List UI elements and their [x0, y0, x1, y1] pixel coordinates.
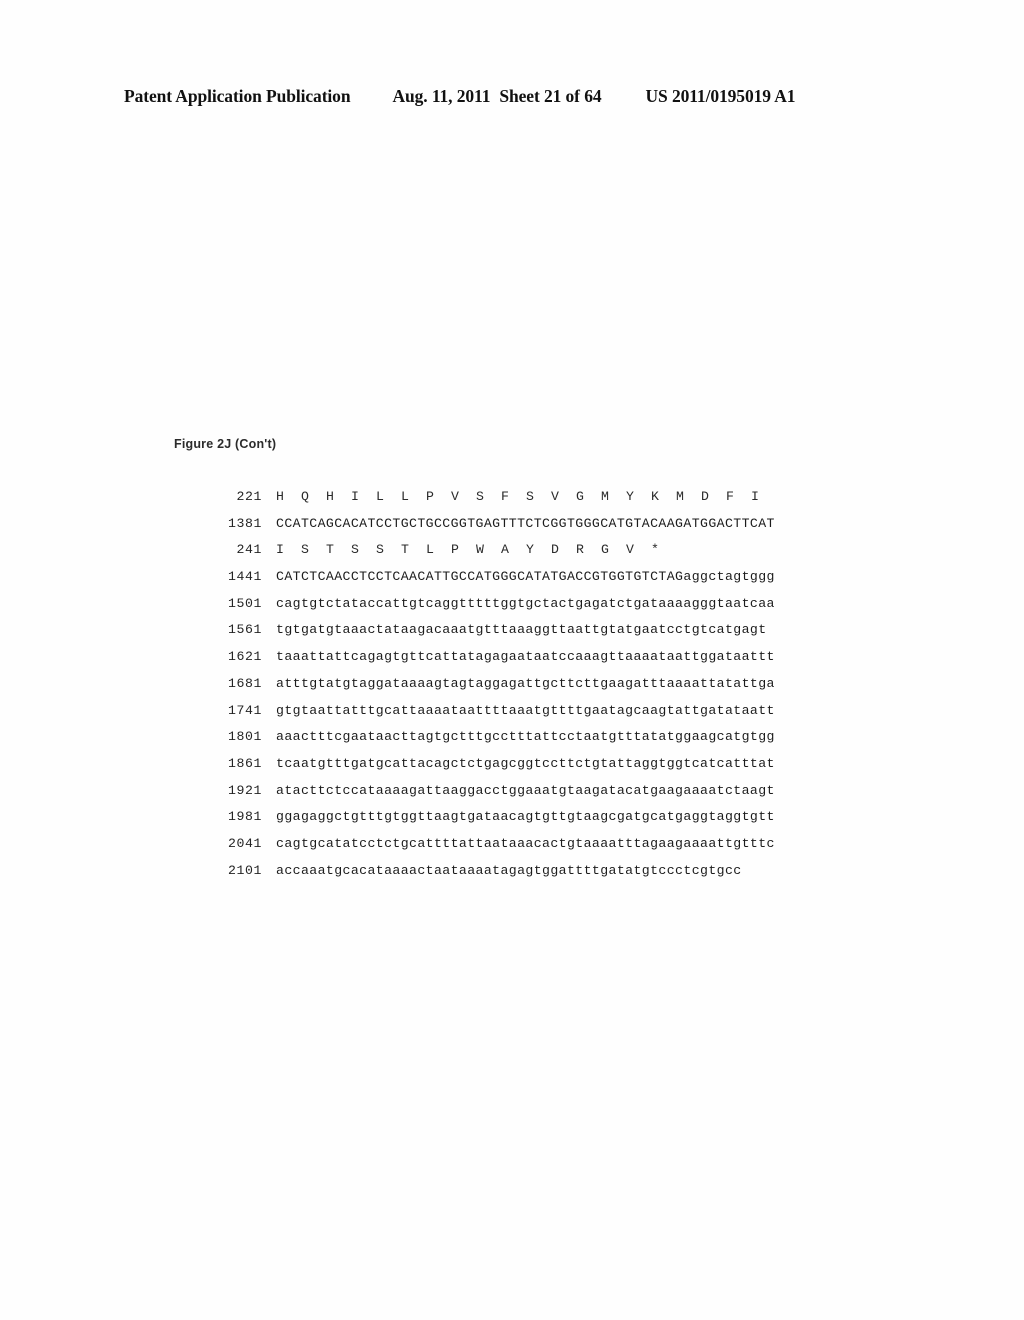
nucleotide-sequence-text: aaactttcgaataacttagtgctttgcctttattcctaat…: [276, 729, 775, 745]
sequence-row-index: 2041: [227, 835, 262, 851]
sequence-row: 2041 cagtgcatatcctctgcattttattaataaacactg…: [214, 836, 874, 863]
sequence-row-index: 1441: [227, 569, 262, 585]
nucleotide-sequence-text: ggagaggctgtttgtggttaagtgataacagtgttgtaag…: [276, 809, 775, 825]
sequence-row: 1921 atacttctccataaaagattaaggacctggaaatgt…: [214, 783, 874, 810]
sequence-row: 1801 aaactttcgaataacttagtgctttgcctttattcc…: [214, 729, 874, 756]
nucleotide-sequence-text: cagtgcatatcctctgcattttattaataaacactgtaaa…: [276, 835, 775, 851]
header-publication-number: US 2011/0195019 A1: [645, 86, 796, 106]
nucleotide-sequence-text: CATCTCAACCTCCTCAACATTGCCATGGGCATATGACCGT…: [276, 569, 775, 585]
sequence-row-index: 1981: [227, 809, 262, 825]
sequence-row-index: 1741: [227, 702, 262, 718]
sequence-row-index: 1921: [227, 782, 262, 798]
running-header: Patent Application Publication Aug. 11, …: [124, 86, 900, 107]
sequence-row-index: 1801: [227, 729, 262, 745]
sequence-row-index: 1561: [227, 622, 262, 638]
nucleotide-sequence-text: atacttctccataaaagattaaggacctggaaatgtaaga…: [276, 782, 775, 798]
sequence-row: 1741 gtgtaattatttgcattaaaataattttaaatgttt…: [214, 703, 874, 730]
sequence-row: 1861 tcaatgtttgatgcattacagctctgagcggtcctt…: [214, 756, 874, 783]
amino-acid-sequence-text: I S T S S T L P W A Y D R G V *: [276, 542, 660, 558]
sequence-row-index: 241: [236, 542, 262, 558]
nucleotide-sequence-text: taaattattcagagtgttcattatagagaataatccaaag…: [276, 649, 775, 665]
sequence-row: 1621 taaattattcagagtgttcattatagagaataatcc…: [214, 649, 874, 676]
sequence-row: 1441 CATCTCAACCTCCTCAACATTGCCATGGGCATATGA…: [214, 569, 874, 596]
header-publication-date: Aug. 11, 2011: [392, 86, 491, 106]
sequence-row-index: 221: [236, 489, 262, 504]
header-sheet-number: Sheet 21 of 64: [499, 86, 602, 106]
figure-caption: Figure 2J (Con't): [174, 437, 277, 451]
sequence-row: 241 I S T S S T L P W A Y D R G V *: [214, 542, 874, 569]
nucleotide-sequence-text: tcaatgtttgatgcattacagctctgagcggtccttctgt…: [276, 755, 775, 771]
patent-page: Patent Application Publication Aug. 11, …: [0, 0, 1024, 1320]
nucleotide-sequence-text: atttgtatgtaggataaaagtagtaggagattgcttcttg…: [276, 675, 775, 691]
amino-acid-sequence-text: H Q H I L L P V S F S V G M Y K M D F I: [276, 489, 760, 504]
sequence-row: 1681 atttgtatgtaggataaaagtagtaggagattgctt…: [214, 676, 874, 703]
sequence-row-index: 2101: [227, 862, 262, 878]
sequence-row: 1381 CCATCAGCACATCCTGCTGCCGGTGAGTTTCTCGGT…: [214, 516, 874, 543]
sequence-row-index: 1861: [227, 755, 262, 771]
sequence-row: 221 H Q H I L L P V S F S V G M Y K M D F…: [214, 489, 874, 516]
nucleotide-sequence-text: gtgtaattatttgcattaaaataattttaaatgttttgaa…: [276, 702, 775, 718]
sequence-row: 2101 accaaatgcacataaaactaataaaatagagtggat…: [214, 863, 874, 890]
nucleotide-sequence-text: tgtgatgtaaactataagacaaatgtttaaaggttaattg…: [276, 622, 767, 638]
sequence-row: 1981 ggagaggctgtttgtggttaagtgataacagtgttg…: [214, 809, 874, 836]
nucleotide-sequence-text: CCATCAGCACATCCTGCTGCCGGTGAGTTTCTCGGTGGGC…: [276, 515, 775, 531]
nucleotide-sequence-text: cagtgtctataccattgtcaggtttttggtgctactgaga…: [276, 595, 775, 611]
sequence-listing: 221 H Q H I L L P V S F S V G M Y K M D F…: [214, 489, 874, 889]
sequence-row: 1561 tgtgatgtaaactataagacaaatgtttaaaggtta…: [214, 622, 874, 649]
sequence-row-index: 1681: [227, 675, 262, 691]
sequence-row: 1501 cagtgtctataccattgtcaggtttttggtgctact…: [214, 596, 874, 623]
header-publication-label: Patent Application Publication: [124, 86, 351, 106]
sequence-row-index: 1381: [227, 515, 262, 531]
sequence-row-index: 1501: [227, 595, 262, 611]
nucleotide-sequence-text: accaaatgcacataaaactaataaaatagagtggattttg…: [276, 862, 742, 878]
sequence-row-index: 1621: [227, 649, 262, 665]
